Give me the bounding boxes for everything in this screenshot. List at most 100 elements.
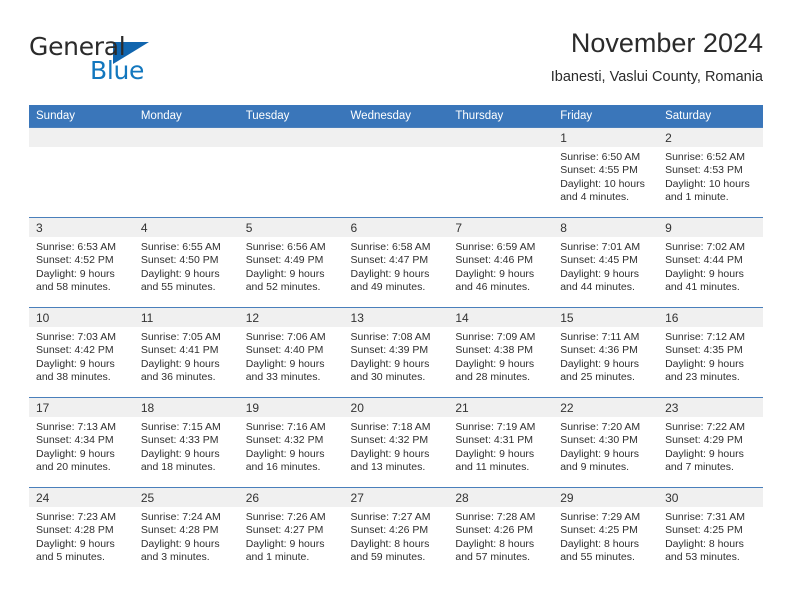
daylight-text-line1: Daylight: 9 hours [350,447,430,460]
calendar-day-cell[interactable]: 20 Sunrise: 7:18 AM Sunset: 4:32 PM Dayligh… [343,397,449,488]
calendar-day-cell[interactable]: 3 Sunrise: 6:53 AM Sunset: 4:52 PM Daylight… [29,217,134,308]
calendar-day-cell[interactable]: 30 Sunrise: 7:31 AM Sunset: 4:25 PM Dayligh… [658,487,763,577]
calendar-cell-inner: 27 Sunrise: 7:27 AM Sunset: 4:26 PM Dayligh… [343,488,449,577]
calendar-day-cell[interactable]: 17 Sunrise: 7:13 AM Sunset: 4:34 PM Dayligh… [29,397,134,488]
day-details: Sunrise: 7:15 AM Sunset: 4:33 PM Daylight:… [134,417,239,475]
calendar-cell-inner [133,128,239,217]
day-number [448,128,554,147]
sunset-text: Sunset: 4:44 PM [665,254,743,267]
calendar-week-row: 24 Sunrise: 7:23 AM Sunset: 4:28 PM Dayligh… [29,487,763,577]
calendar-day-cell[interactable]: 28 Sunrise: 7:28 AM Sunset: 4:26 PM Dayligh… [448,487,554,577]
title-block: November 2024 Ibanesti, Vaslui County, R… [551,26,763,88]
day-number: 26 [238,488,344,507]
calendar-day-cell[interactable]: 5 Sunrise: 6:56 AM Sunset: 4:49 PM Daylight… [238,217,344,308]
day-number: 5 [238,218,344,237]
brand-name-bottom: Blue [90,56,145,85]
daylight-text-line2: and 41 minutes. [665,281,740,294]
calendar-day-cell[interactable]: 12 Sunrise: 7:06 AM Sunset: 4:40 PM Dayligh… [238,307,344,398]
calendar-day-cell[interactable]: 21 Sunrise: 7:19 AM Sunset: 4:31 PM Dayligh… [448,397,554,488]
calendar-cell-inner: 20 Sunrise: 7:18 AM Sunset: 4:32 PM Dayligh… [343,398,449,487]
day-details: Sunrise: 7:13 AM Sunset: 4:34 PM Daylight:… [29,417,134,475]
weekday-header-saturday: Saturday [658,105,763,128]
daylight-text-line2: and 1 minute. [665,191,729,204]
daylight-text-line2: and 5 minutes. [36,551,105,564]
daylight-text-line2: and 55 minutes. [560,551,635,564]
calendar-day-cell[interactable]: 1 Sunrise: 6:50 AM Sunset: 4:55 PM Daylight… [553,127,659,218]
day-details: Sunrise: 7:23 AM Sunset: 4:28 PM Daylight:… [29,507,134,565]
sunrise-text: Sunrise: 6:55 AM [140,241,221,253]
daylight-text-line1: Daylight: 9 hours [36,447,115,460]
calendar-day-cell[interactable]: 13 Sunrise: 7:08 AM Sunset: 4:39 PM Dayligh… [343,307,449,398]
sunset-text: Sunset: 4:36 PM [560,344,638,357]
brand-logo[interactable]: General Blue [29,32,239,92]
calendar-cell-inner: 10 Sunrise: 7:03 AM Sunset: 4:42 PM Dayligh… [29,308,134,397]
calendar-day-cell[interactable]: 24 Sunrise: 7:23 AM Sunset: 4:28 PM Dayligh… [29,487,134,577]
calendar-day-cell[interactable]: 26 Sunrise: 7:26 AM Sunset: 4:27 PM Dayligh… [238,487,344,577]
daylight-text-line2: and 4 minutes. [560,191,630,204]
daylight-text-line2: and 1 minute. [245,551,310,564]
daylight-text-line2: and 23 minutes. [665,371,740,384]
calendar-day-cell[interactable]: 14 Sunrise: 7:09 AM Sunset: 4:38 PM Dayligh… [448,307,554,398]
calendar-cell-inner: 4 Sunrise: 6:55 AM Sunset: 4:50 PM Daylight… [133,218,239,307]
daylight-text-line2: and 3 minutes. [140,551,210,564]
sunset-text: Sunset: 4:28 PM [140,524,219,537]
weekday-header-wednesday: Wednesday [343,105,449,128]
page-title: November 2024 [570,28,763,58]
sunset-text: Sunset: 4:41 PM [140,344,219,357]
daylight-text-line1: Daylight: 9 hours [455,447,535,460]
calendar-day-cell[interactable]: 8 Sunrise: 7:01 AM Sunset: 4:45 PM Daylight… [553,217,659,308]
day-number: 25 [133,488,239,507]
daylight-text-line2: and 55 minutes. [140,281,216,294]
sunrise-text: Sunrise: 6:56 AM [245,241,326,253]
calendar-day-cell[interactable]: 16 Sunrise: 7:12 AM Sunset: 4:35 PM Dayligh… [658,307,763,398]
calendar-day-cell[interactable]: 4 Sunrise: 6:55 AM Sunset: 4:50 PM Daylight… [133,217,239,308]
calendar-day-cell[interactable]: 27 Sunrise: 7:27 AM Sunset: 4:26 PM Dayligh… [343,487,449,577]
day-number: 11 [133,308,239,327]
sunrise-text: Sunrise: 7:24 AM [140,511,221,523]
day-number: 13 [343,308,449,327]
calendar-cell-inner: 2 Sunrise: 6:52 AM Sunset: 4:53 PM Daylight… [658,128,763,217]
sunset-text: Sunset: 4:39 PM [350,344,429,357]
day-details: Sunrise: 7:06 AM Sunset: 4:40 PM Daylight:… [239,327,344,385]
calendar-day-cell[interactable]: 25 Sunrise: 7:24 AM Sunset: 4:28 PM Dayligh… [133,487,239,577]
calendar-day-cell[interactable]: 10 Sunrise: 7:03 AM Sunset: 4:42 PM Dayligh… [29,307,134,398]
calendar-cell-inner: 9 Sunrise: 7:02 AM Sunset: 4:44 PM Daylight… [658,218,763,307]
day-number: 20 [343,398,449,417]
daylight-text-line2: and 25 minutes. [560,371,635,384]
day-details: Sunrise: 7:09 AM Sunset: 4:38 PM Daylight:… [448,327,553,385]
calendar-cell-inner: 25 Sunrise: 7:24 AM Sunset: 4:28 PM Dayligh… [133,488,239,577]
sunrise-text: Sunrise: 7:29 AM [560,511,641,523]
calendar-day-cell[interactable]: 19 Sunrise: 7:16 AM Sunset: 4:32 PM Dayligh… [238,397,344,488]
day-number: 8 [553,218,659,237]
day-details: Sunrise: 7:16 AM Sunset: 4:32 PM Daylight:… [239,417,344,475]
calendar-day-cell[interactable]: 11 Sunrise: 7:05 AM Sunset: 4:41 PM Dayligh… [133,307,239,398]
day-number: 2 [658,128,763,147]
sunrise-text: Sunrise: 6:59 AM [455,241,536,253]
daylight-text-line1: Daylight: 8 hours [455,537,535,550]
sunset-text: Sunset: 4:31 PM [455,434,534,447]
calendar-cell-inner: 16 Sunrise: 7:12 AM Sunset: 4:35 PM Dayligh… [658,308,763,397]
calendar-day-cell[interactable]: 22 Sunrise: 7:20 AM Sunset: 4:30 PM Dayligh… [553,397,659,488]
calendar-day-cell[interactable]: 15 Sunrise: 7:11 AM Sunset: 4:36 PM Dayligh… [553,307,659,398]
sunset-text: Sunset: 4:25 PM [560,524,638,537]
daylight-text-line2: and 20 minutes. [36,461,111,474]
daylight-text-line2: and 18 minutes. [140,461,216,474]
sunset-text: Sunset: 4:30 PM [560,434,638,447]
sunrise-text: Sunrise: 7:06 AM [245,331,326,343]
calendar-body: 1 Sunrise: 6:50 AM Sunset: 4:55 PM Daylight… [29,127,763,577]
calendar-day-cell[interactable]: 6 Sunrise: 6:58 AM Sunset: 4:47 PM Daylight… [343,217,449,308]
sunrise-text: Sunrise: 6:50 AM [560,151,641,163]
calendar-day-cell[interactable]: 23 Sunrise: 7:22 AM Sunset: 4:29 PM Dayligh… [658,397,763,488]
day-details: Sunrise: 7:28 AM Sunset: 4:26 PM Daylight:… [448,507,553,565]
calendar-day-cell[interactable]: 7 Sunrise: 6:59 AM Sunset: 4:46 PM Daylight… [448,217,554,308]
day-number: 3 [29,218,134,237]
sunset-text: Sunset: 4:40 PM [245,344,324,357]
day-details: Sunrise: 7:05 AM Sunset: 4:41 PM Daylight:… [134,327,239,385]
sunrise-text: Sunrise: 7:02 AM [665,241,746,253]
calendar-day-cell[interactable]: 18 Sunrise: 7:15 AM Sunset: 4:33 PM Dayligh… [133,397,239,488]
calendar-day-cell[interactable]: 29 Sunrise: 7:29 AM Sunset: 4:25 PM Dayligh… [553,487,659,577]
calendar-day-cell[interactable]: 2 Sunrise: 6:52 AM Sunset: 4:53 PM Daylight… [658,127,763,218]
calendar-day-cell[interactable]: 9 Sunrise: 7:02 AM Sunset: 4:44 PM Daylight… [658,217,763,308]
daylight-text-line2: and 58 minutes. [36,281,111,294]
daylight-text-line1: Daylight: 9 hours [350,357,430,370]
